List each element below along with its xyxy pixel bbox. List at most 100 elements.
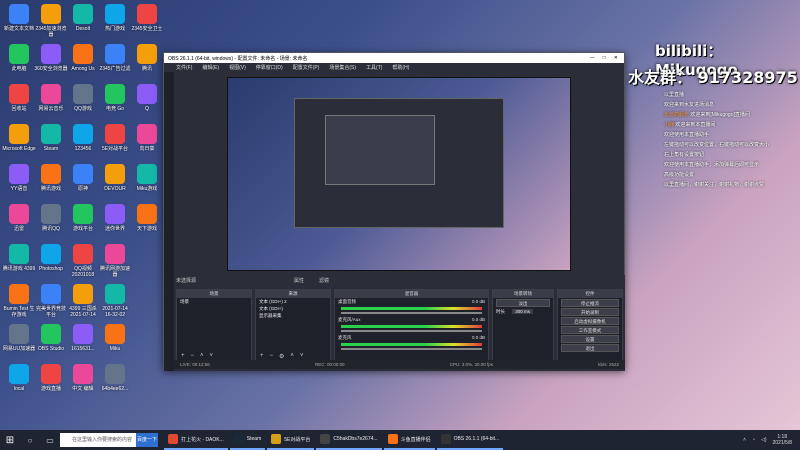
desktop-icon[interactable]: 4399 三国杀 2021-07-14 bbox=[66, 284, 100, 318]
desktop-icon[interactable]: 2021-07-14 16-32-02 bbox=[98, 284, 132, 318]
scene-item[interactable]: 场景 bbox=[177, 298, 251, 305]
desktop-icon[interactable]: 游戏直播 bbox=[34, 364, 68, 392]
taskbar-task[interactable]: Steam bbox=[229, 430, 266, 450]
desktop-icon[interactable]: 完美世界竞技平台 bbox=[34, 284, 68, 318]
desktop-icon[interactable]: 5E对战平台 bbox=[98, 124, 132, 152]
search-icon[interactable]: ○ bbox=[22, 432, 38, 448]
taskbar-task[interactable]: OBS 26.1.1 (64-bit... bbox=[436, 430, 504, 450]
desktop-icon[interactable]: 腾讯QQ bbox=[34, 204, 68, 232]
taskbar-task[interactable]: 5E对战平台 bbox=[267, 430, 315, 450]
task-view-icon[interactable]: ▭ bbox=[42, 432, 58, 448]
obs-titlebar[interactable]: OBS 26.1.1 (64-bit, windows) - 配置文件: 未命名… bbox=[164, 53, 624, 63]
desktop-icon[interactable]: 中文 编辑 bbox=[66, 364, 100, 392]
taskbar-task[interactable]: 打上花火 - DAOK... bbox=[164, 430, 228, 450]
desktop-icon[interactable]: 腾讯 bbox=[130, 44, 164, 72]
desktop-icon[interactable]: Desolt bbox=[66, 4, 100, 32]
desktop-icon[interactable]: 此电脑 bbox=[2, 44, 36, 72]
desktop-icon[interactable]: YY语音 bbox=[2, 164, 36, 192]
volume-slider[interactable] bbox=[341, 348, 482, 350]
down-icon[interactable]: ˅ bbox=[300, 353, 304, 359]
desktop-icon[interactable]: Bumin Test 生存游戏 bbox=[2, 284, 36, 318]
desktop-icon[interactable]: 向日葵 bbox=[130, 124, 164, 152]
desktop-icon[interactable]: 1615631... bbox=[66, 324, 100, 352]
add-icon[interactable]: + bbox=[260, 353, 264, 359]
obs-menu-item[interactable]: 编辑(E) bbox=[202, 64, 219, 71]
desktop-icon[interactable]: QQ游戏 bbox=[66, 84, 100, 112]
desktop-icon[interactable]: Photoshop bbox=[34, 244, 68, 272]
obs-menu-item[interactable]: 工具(T) bbox=[366, 64, 382, 71]
obs-menu-item[interactable]: 视图(V) bbox=[229, 64, 246, 71]
transition-select[interactable]: 淡出 bbox=[496, 299, 550, 307]
search-button[interactable]: 百度一下 bbox=[136, 433, 158, 447]
source-item[interactable]: 文本 (GDI+) 2 bbox=[256, 298, 330, 305]
search-input[interactable]: 在这里输入你要搜索的内容 百度一下 bbox=[60, 433, 158, 447]
remove-icon[interactable]: − bbox=[191, 353, 195, 359]
volume-slider[interactable] bbox=[341, 312, 482, 314]
desktop-icon[interactable]: 2345加速浏览器 bbox=[34, 4, 68, 38]
obs-menu-item[interactable]: 场景集合(S) bbox=[329, 64, 356, 71]
desktop-icon[interactable]: 新建文本文档 bbox=[2, 4, 36, 32]
obs-menu-item[interactable]: 文件(F) bbox=[176, 64, 192, 71]
obs-preview[interactable] bbox=[227, 77, 571, 271]
up-icon[interactable]: ˄ bbox=[290, 353, 294, 359]
desktop-icon[interactable]: OBS Studio bbox=[34, 324, 68, 352]
desktop-icon[interactable]: 迅雷 bbox=[2, 204, 36, 232]
up-icon[interactable]: ˄ bbox=[200, 353, 204, 359]
desktop-icon[interactable]: local bbox=[2, 364, 36, 392]
desktop-icon[interactable]: Microsoft Edge bbox=[2, 124, 36, 152]
add-icon[interactable]: + bbox=[181, 353, 185, 359]
desktop-icon[interactable]: Steam bbox=[34, 124, 68, 152]
filters-button[interactable]: 滤镜 bbox=[319, 277, 329, 284]
desktop-icon[interactable]: 原神 bbox=[66, 164, 100, 192]
desktop-icon[interactable]: 热门游戏 bbox=[98, 4, 132, 32]
control-button[interactable]: 工作室模式 bbox=[561, 326, 619, 334]
volume-icon[interactable]: ◁) bbox=[761, 437, 767, 443]
obs-menu-item[interactable]: 停靠窗口(D) bbox=[256, 64, 283, 71]
source-item[interactable]: 显示器采集 bbox=[256, 312, 330, 319]
close-icon[interactable]: ✕ bbox=[614, 55, 618, 61]
source-item[interactable]: 文本 (GDI+) bbox=[256, 305, 330, 312]
taskbar-task[interactable]: 斗鱼直播伴侣 bbox=[383, 430, 435, 450]
obs-window[interactable]: OBS 26.1.1 (64-bit, windows) - 配置文件: 未命名… bbox=[163, 52, 625, 371]
control-button[interactable]: 停止推流 bbox=[561, 299, 619, 307]
taskbar-task[interactable]: C5hakDbs7e2674... bbox=[316, 430, 382, 450]
clock[interactable]: 1:18 2021/5/8 bbox=[773, 434, 792, 446]
desktop-icon[interactable]: Q bbox=[130, 84, 164, 112]
desktop-icon[interactable]: 123456 bbox=[66, 124, 100, 152]
gear-icon[interactable]: ⚙ bbox=[279, 353, 284, 360]
desktop-icon[interactable]: 游戏平台 bbox=[66, 204, 100, 232]
network-icon[interactable]: ◔ bbox=[752, 437, 755, 443]
desktop-icon[interactable]: 网易云音乐 bbox=[34, 84, 68, 112]
control-button[interactable]: 设置 bbox=[561, 335, 619, 343]
desktop-icon[interactable]: 电竞 Go bbox=[98, 84, 132, 112]
obs-menu-item[interactable]: 帮助(H) bbox=[392, 64, 409, 71]
desktop-icon[interactable]: 回收站 bbox=[2, 84, 36, 112]
down-icon[interactable]: ˅ bbox=[210, 353, 214, 359]
desktop-icon[interactable]: QQ视频 20201018 bbox=[66, 244, 100, 278]
minimize-icon[interactable]: — bbox=[590, 55, 595, 61]
obs-menu-item[interactable]: 配置文件(P) bbox=[293, 64, 320, 71]
control-button[interactable]: 开始录制 bbox=[561, 308, 619, 316]
desktop-icon[interactable]: Miku游戏 bbox=[130, 164, 164, 192]
duration-input[interactable]: 300 ms bbox=[512, 309, 534, 314]
desktop-icon[interactable]: 天下游戏 bbox=[130, 204, 164, 232]
desktop-icon[interactable]: DEVOUR bbox=[98, 164, 132, 192]
desktop-icon[interactable]: Miku bbox=[98, 324, 132, 352]
desktop-icon[interactable]: 腾讯游戏 4399 bbox=[2, 244, 36, 272]
desktop-icon[interactable]: 网易UU加速器 bbox=[2, 324, 36, 352]
volume-slider[interactable] bbox=[341, 330, 482, 332]
remove-icon[interactable]: − bbox=[270, 353, 274, 359]
desktop-icon[interactable]: 腾讯游戏 bbox=[34, 164, 68, 192]
desktop-icon[interactable]: 腾讯网游加速器 bbox=[98, 244, 132, 278]
control-button[interactable]: 退出 bbox=[561, 344, 619, 352]
tray-arrow-icon[interactable]: ˄ bbox=[743, 437, 746, 443]
windows-start-icon[interactable]: ⊞ bbox=[0, 430, 20, 450]
desktop-icon[interactable]: 2345广告过滤 bbox=[98, 44, 132, 72]
desktop-icon[interactable]: 64b4ee62... bbox=[98, 364, 132, 392]
desktop-icon[interactable]: 迷你世界 bbox=[98, 204, 132, 232]
desktop-icon[interactable]: 360安全浏览器 bbox=[34, 44, 68, 72]
control-button[interactable]: 启动虚拟摄像机 bbox=[561, 317, 619, 325]
maximize-icon[interactable]: □ bbox=[603, 55, 606, 61]
desktop-icon[interactable]: 2345安全卫士 bbox=[130, 4, 164, 32]
properties-button[interactable]: 属性 bbox=[294, 277, 304, 284]
